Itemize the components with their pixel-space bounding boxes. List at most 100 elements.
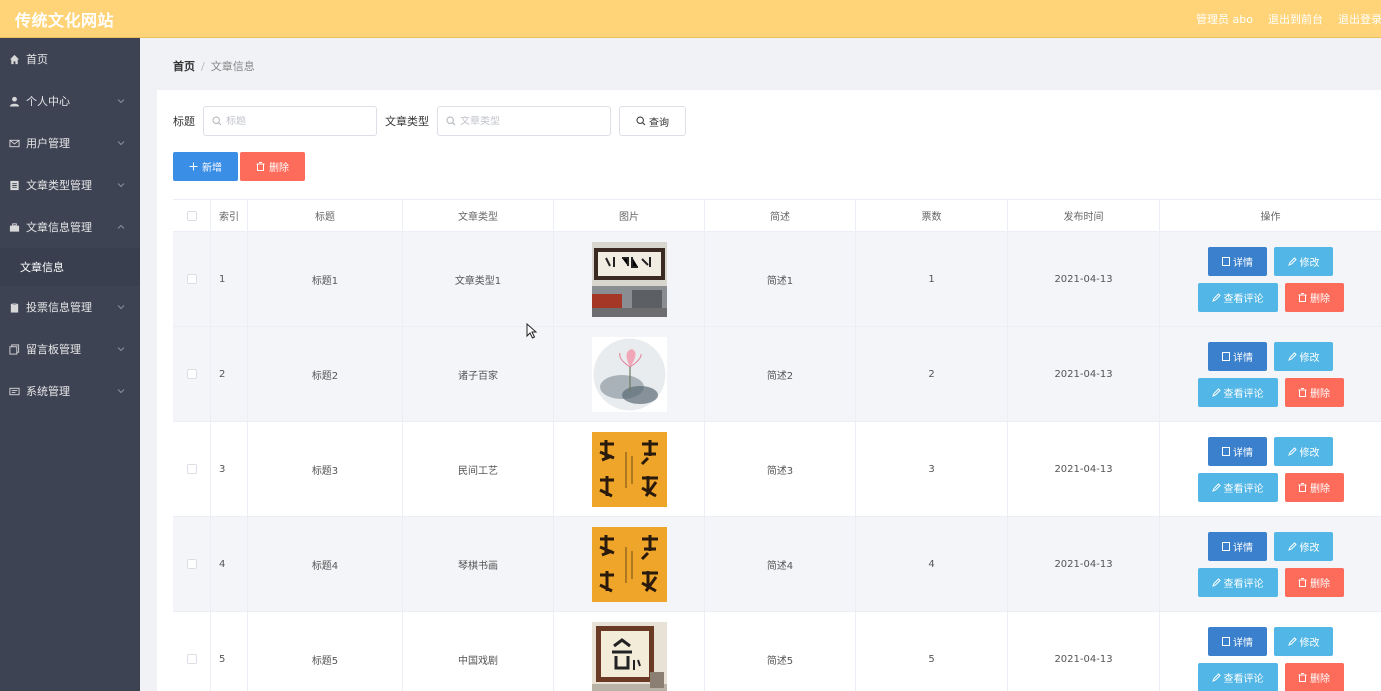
mouse-cursor-icon — [526, 323, 537, 339]
detail-button[interactable]: 详情 — [1208, 626, 1267, 656]
table-row: 2 标题2 诸子百家 简述2 2 2021-04-13 详情 修改 查看评论 删… — [173, 327, 1381, 422]
row-desc: 简述5 — [705, 612, 856, 691]
row-checkbox[interactable] — [186, 369, 197, 379]
col-header-title: 标题 — [248, 200, 403, 231]
view-comments-button[interactable]: 查看评论 — [1197, 662, 1278, 691]
delete-label: 删除 — [1310, 578, 1330, 590]
article-thumbnail[interactable] — [591, 621, 667, 691]
pencil-icon — [1211, 482, 1221, 492]
delete-label: 删除 — [1310, 293, 1330, 305]
type-search-input[interactable] — [460, 115, 600, 127]
edit-button[interactable]: 修改 — [1274, 341, 1333, 371]
row-ops: 详情 修改 查看评论 删除 — [1160, 612, 1381, 691]
pencil-icon — [1287, 351, 1297, 361]
admin-name: 管理员 abo — [1196, 13, 1253, 26]
sidebar-item-personal[interactable]: 个人中心 — [0, 80, 140, 122]
pencil-icon — [1211, 387, 1221, 397]
row-image-cell — [554, 327, 705, 421]
sidebar-item-home[interactable]: 首页 — [0, 38, 140, 80]
col-header-type: 文章类型 — [403, 200, 554, 231]
detail-label: 详情 — [1233, 257, 1253, 269]
col-header-image: 图片 — [554, 200, 705, 231]
article-thumbnail[interactable] — [591, 336, 667, 412]
row-index: 5 — [211, 612, 248, 691]
pencil-icon — [1287, 541, 1297, 551]
delete-button[interactable]: 删除 — [1284, 282, 1344, 312]
view-comments-label: 查看评论 — [1223, 483, 1264, 495]
sidebar-item-guestbook[interactable]: 留言板管理 — [0, 328, 140, 370]
clipboard-icon — [8, 301, 20, 313]
back-to-front-link[interactable]: 退出到前台 — [1268, 11, 1323, 27]
row-checkbox[interactable] — [186, 654, 197, 664]
title-search-box — [203, 106, 377, 136]
sidebar-item-system[interactable]: 系统管理 — [0, 370, 140, 412]
site-brand: 传统文化网站 — [15, 10, 115, 30]
pencil-icon — [1211, 672, 1221, 682]
edit-button[interactable]: 修改 — [1274, 246, 1333, 276]
edit-label: 修改 — [1299, 447, 1320, 459]
delete-button[interactable]: 删除 — [1284, 377, 1344, 407]
doc-icon — [1222, 636, 1230, 646]
row-checkbox[interactable] — [186, 274, 197, 284]
doc-icon — [1222, 541, 1230, 551]
row-time: 2021-04-13 — [1008, 517, 1160, 611]
sidebar-item-label: 留言板管理 — [26, 343, 81, 356]
edit-button[interactable]: 修改 — [1274, 436, 1333, 466]
delete-button[interactable]: 删除 — [1284, 472, 1344, 502]
edit-button[interactable]: 修改 — [1274, 626, 1333, 656]
sidebar-item-article-info[interactable]: 文章信息管理 — [0, 206, 140, 248]
row-votes: 2 — [856, 327, 1008, 421]
row-desc: 简述1 — [705, 232, 856, 326]
pencil-icon — [1211, 577, 1221, 587]
row-checkbox-cell — [173, 422, 211, 516]
article-thumbnail[interactable] — [591, 431, 667, 507]
delete-button[interactable]: 删除 — [1284, 662, 1344, 691]
breadcrumb-home[interactable]: 首页 — [173, 60, 195, 73]
top-bar: 传统文化网站 管理员 abo 退出到前台 退出登录 — [0, 0, 1381, 38]
sidebar-item-article-types[interactable]: 文章类型管理 — [0, 164, 140, 206]
view-comments-button[interactable]: 查看评论 — [1197, 282, 1278, 312]
trash-icon — [1298, 387, 1307, 397]
article-thumbnail[interactable] — [591, 526, 667, 602]
col-header-desc: 简述 — [705, 200, 856, 231]
edit-button[interactable]: 修改 — [1274, 531, 1333, 561]
edit-label: 修改 — [1299, 542, 1320, 554]
add-button-label: 新增 — [202, 163, 222, 174]
detail-button[interactable]: 详情 — [1208, 436, 1267, 466]
sidebar-item-users[interactable]: 用户管理 — [0, 122, 140, 164]
row-checkbox[interactable] — [186, 559, 197, 569]
detail-button[interactable]: 详情 — [1208, 341, 1267, 371]
mail-icon — [8, 137, 20, 149]
view-comments-button[interactable]: 查看评论 — [1197, 472, 1278, 502]
row-index: 4 — [211, 517, 248, 611]
detail-button[interactable]: 详情 — [1208, 246, 1267, 276]
delete-button[interactable]: 删除 — [1284, 567, 1344, 597]
view-comments-button[interactable]: 查看评论 — [1197, 567, 1278, 597]
row-desc: 简述2 — [705, 327, 856, 421]
sidebar-item-votes[interactable]: 投票信息管理 — [0, 286, 140, 328]
user-icon — [8, 95, 20, 107]
row-type: 文章类型1 — [403, 232, 554, 326]
sidebar-subitem-article-info[interactable]: 文章信息 — [0, 248, 140, 286]
detail-button[interactable]: 详情 — [1208, 531, 1267, 561]
pencil-icon — [1287, 256, 1297, 266]
sidebar-item-label: 文章信息管理 — [26, 221, 92, 234]
view-comments-label: 查看评论 — [1223, 673, 1264, 685]
top-right-links: 管理员 abo 退出到前台 退出登录 — [1181, 0, 1381, 38]
sidebar-item-label: 系统管理 — [26, 385, 70, 398]
table-row: 5 标题5 中国戏剧 简述5 5 2021-04-13 详情 修改 查看评论 删… — [173, 612, 1381, 691]
copy-icon — [8, 343, 20, 355]
logout-link[interactable]: 退出登录 — [1338, 11, 1381, 27]
breadcrumb: 首页 / 文章信息 — [173, 60, 255, 73]
view-comments-button[interactable]: 查看评论 — [1197, 377, 1278, 407]
title-search-input[interactable] — [226, 115, 366, 127]
row-checkbox-cell — [173, 232, 211, 326]
type-search-box — [437, 106, 611, 136]
add-button[interactable]: 新增 — [173, 152, 238, 181]
query-button[interactable]: 查询 — [619, 106, 686, 136]
select-all-checkbox[interactable] — [186, 210, 197, 221]
article-thumbnail[interactable] — [591, 241, 667, 317]
batch-delete-button[interactable]: 删除 — [240, 152, 305, 181]
action-toolbar: 新增 删除 — [173, 152, 305, 181]
row-checkbox[interactable] — [186, 464, 197, 474]
